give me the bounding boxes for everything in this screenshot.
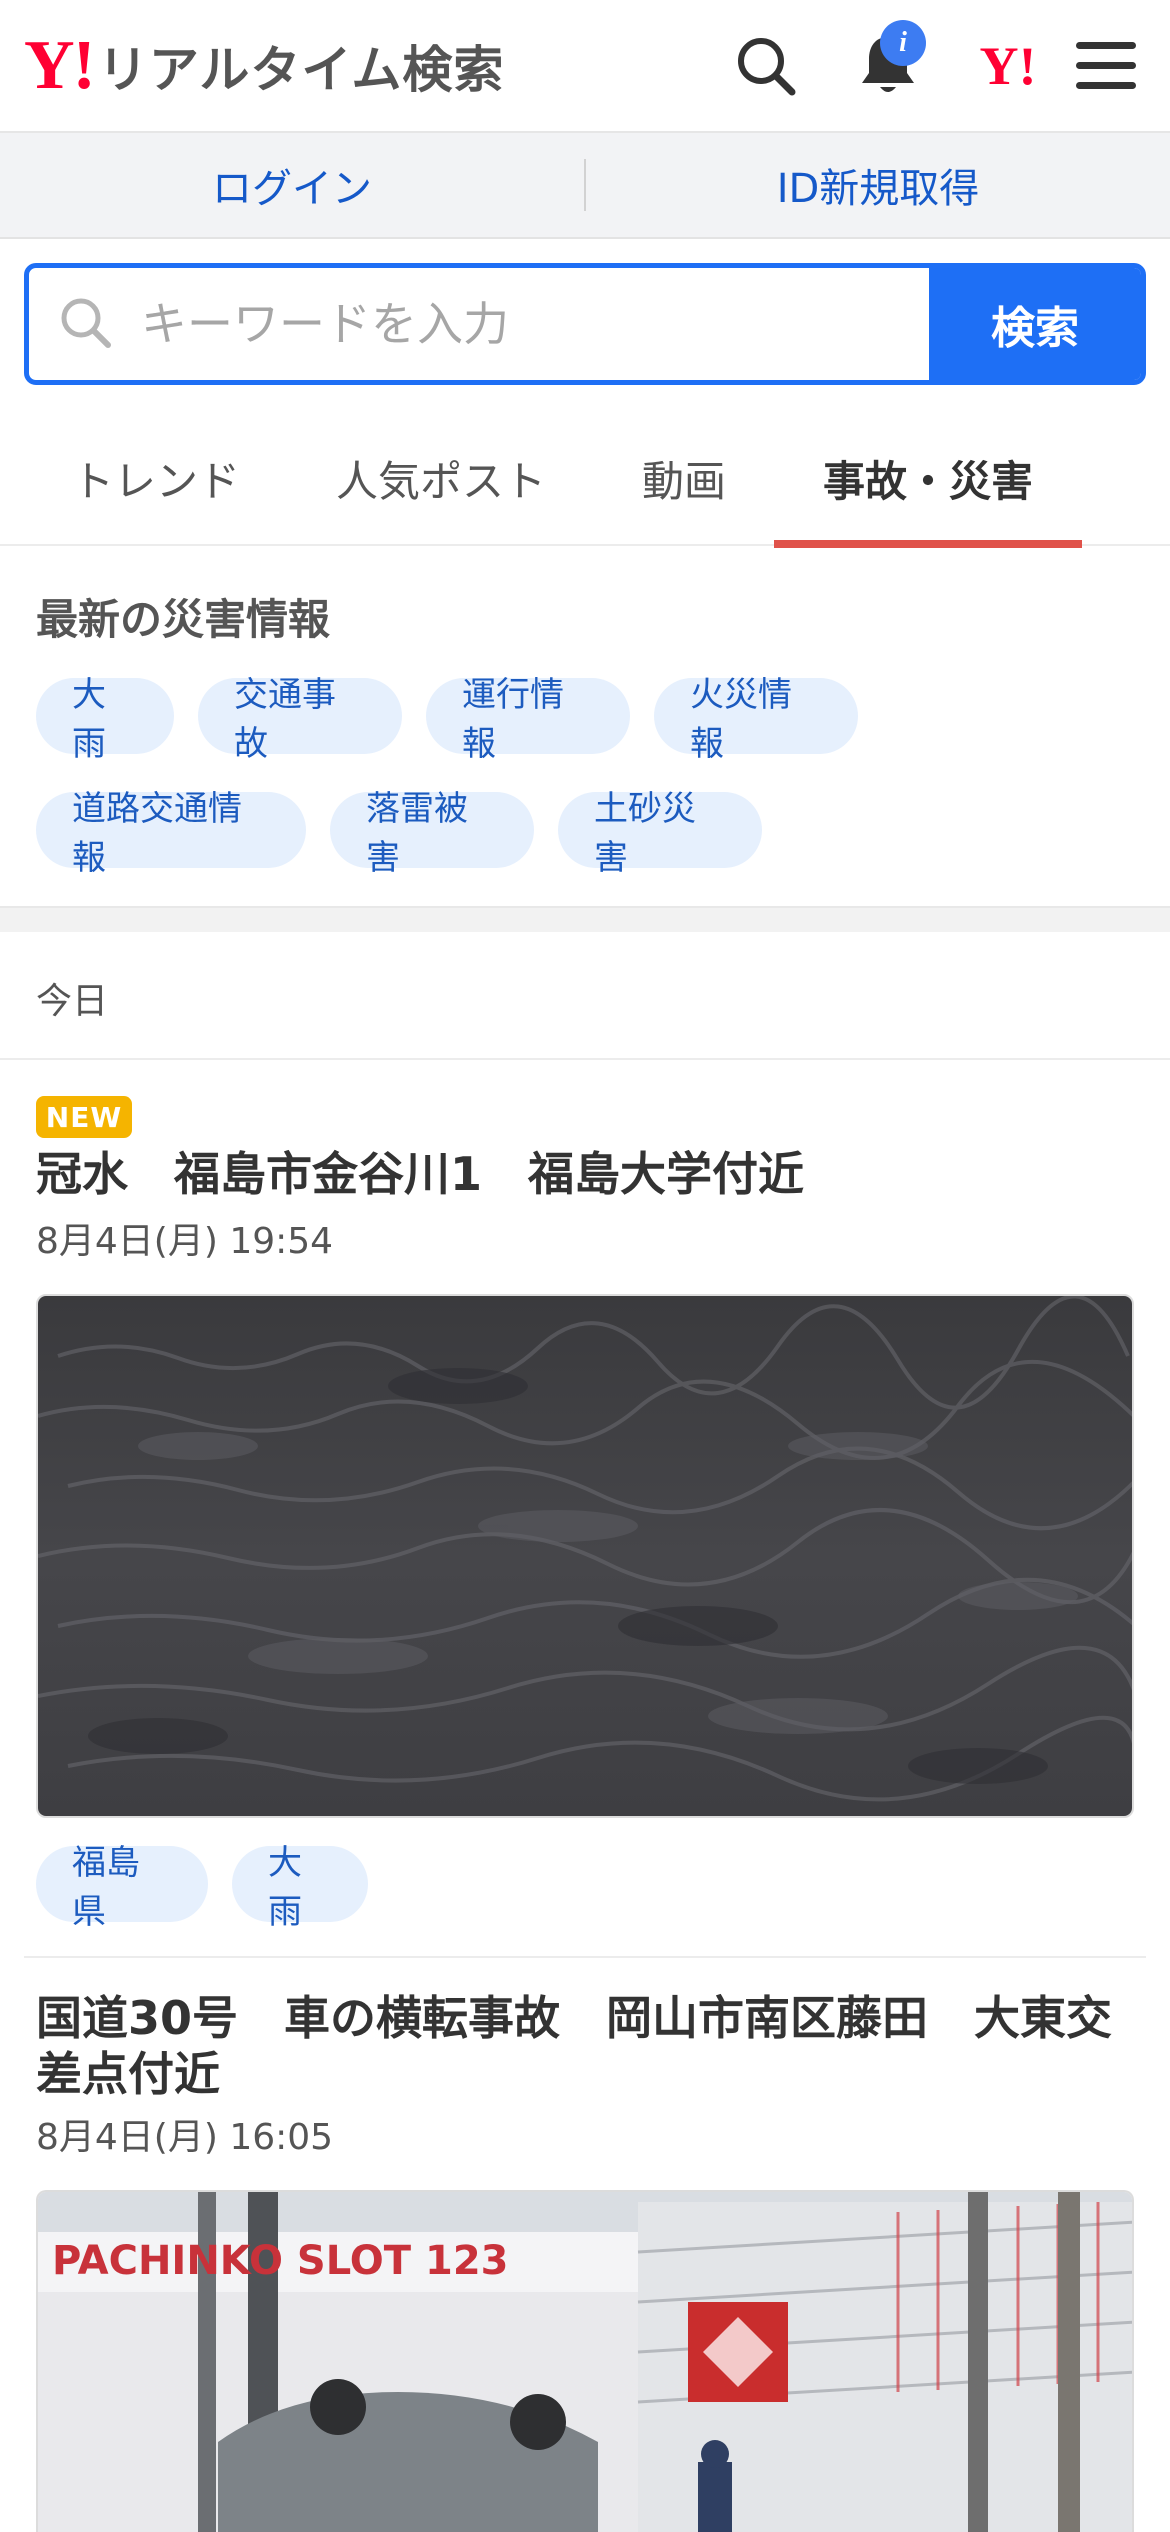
tab-video[interactable]: 動画 (606, 410, 762, 546)
notification-bell-icon[interactable]: i (850, 20, 926, 104)
yahoo-realtime-logo[interactable]: Y! リアルタイム検索 (24, 30, 504, 102)
search-bar: 検索 (24, 263, 1146, 385)
yahoo-japan-icon[interactable]: Y! (966, 28, 1050, 104)
post-title[interactable]: 国道30号 車の横転事故 岡山市南区藤田 大東交差点付近 (36, 1990, 1136, 2102)
post-image-overturned-car[interactable]: PACHINKO SLOT 123 (36, 2190, 1134, 2532)
tab-accident-disaster[interactable]: 事故・災害 (774, 410, 1082, 548)
category-tabs: トレンド 人気ポスト 動画 事故・災害 (0, 410, 1170, 548)
yahoo-icon-text: Y! (979, 36, 1037, 96)
date-label: 今日 (36, 981, 109, 1022)
post-timestamp: 8月4日(月) 19:54 (36, 1221, 334, 1262)
date-section-header: 今日 (0, 932, 1170, 1060)
chip-traffic-accident[interactable]: 交通事故 (198, 675, 402, 764)
chip-lightning-damage[interactable]: 落雷被害 (330, 789, 534, 878)
active-tab-indicator (774, 540, 1082, 548)
post-timestamp: 8月4日(月) 16:05 (36, 2117, 334, 2158)
tag-fukushima[interactable]: 福島県 (36, 1843, 208, 1932)
search-field-icon (57, 294, 113, 354)
new-badge: NEW (36, 1096, 132, 1138)
signup-link[interactable]: ID新規取得 (586, 156, 1170, 214)
hamburger-menu-icon[interactable] (1068, 28, 1144, 104)
search-input[interactable] (139, 296, 839, 352)
tab-accident-disaster-label: 事故・災害 (822, 456, 1033, 506)
yahoo-logo-mark: Y! (24, 27, 96, 104)
search-button[interactable]: 検索 (929, 268, 1141, 380)
tab-popular-posts[interactable]: 人気ポスト (316, 410, 566, 546)
tag-heavy-rain[interactable]: 大雨 (232, 1843, 368, 1932)
chip-heavy-rain[interactable]: 大雨 (36, 675, 174, 764)
tab-trend[interactable]: トレンド (36, 410, 276, 546)
chip-road-traffic-info[interactable]: 道路交通情報 (36, 789, 306, 878)
app-header: Y! リアルタイム検索 i Y! (0, 0, 1170, 133)
post-title[interactable]: 冠水 福島市金谷川1 福島大学付近 (36, 1146, 1136, 1202)
post-divider (24, 1956, 1146, 1958)
chip-landslide[interactable]: 土砂災害 (558, 789, 762, 878)
chip-operation-info[interactable]: 運行情報 (426, 675, 630, 764)
logo-title: リアルタイム検索 (97, 41, 505, 99)
account-bar: ログイン ID新規取得 (0, 133, 1170, 239)
disaster-info-section: 最新の災害情報 大雨 交通事故 運行情報 火災情報 道路交通情報 落雷被害 土砂… (0, 548, 1170, 906)
search-icon[interactable] (728, 28, 804, 104)
pachinko-sign-text: PACHINKO SLOT 123 (52, 2238, 509, 2284)
section-gap (0, 906, 1170, 932)
chip-fire-info[interactable]: 火災情報 (654, 675, 858, 764)
search-field-area[interactable] (29, 268, 929, 380)
login-link[interactable]: ログイン (0, 156, 584, 214)
notification-badge: i (880, 20, 926, 66)
post-image-flooded-water[interactable] (36, 1294, 1134, 1818)
disaster-info-title: 最新の災害情報 (36, 595, 331, 644)
